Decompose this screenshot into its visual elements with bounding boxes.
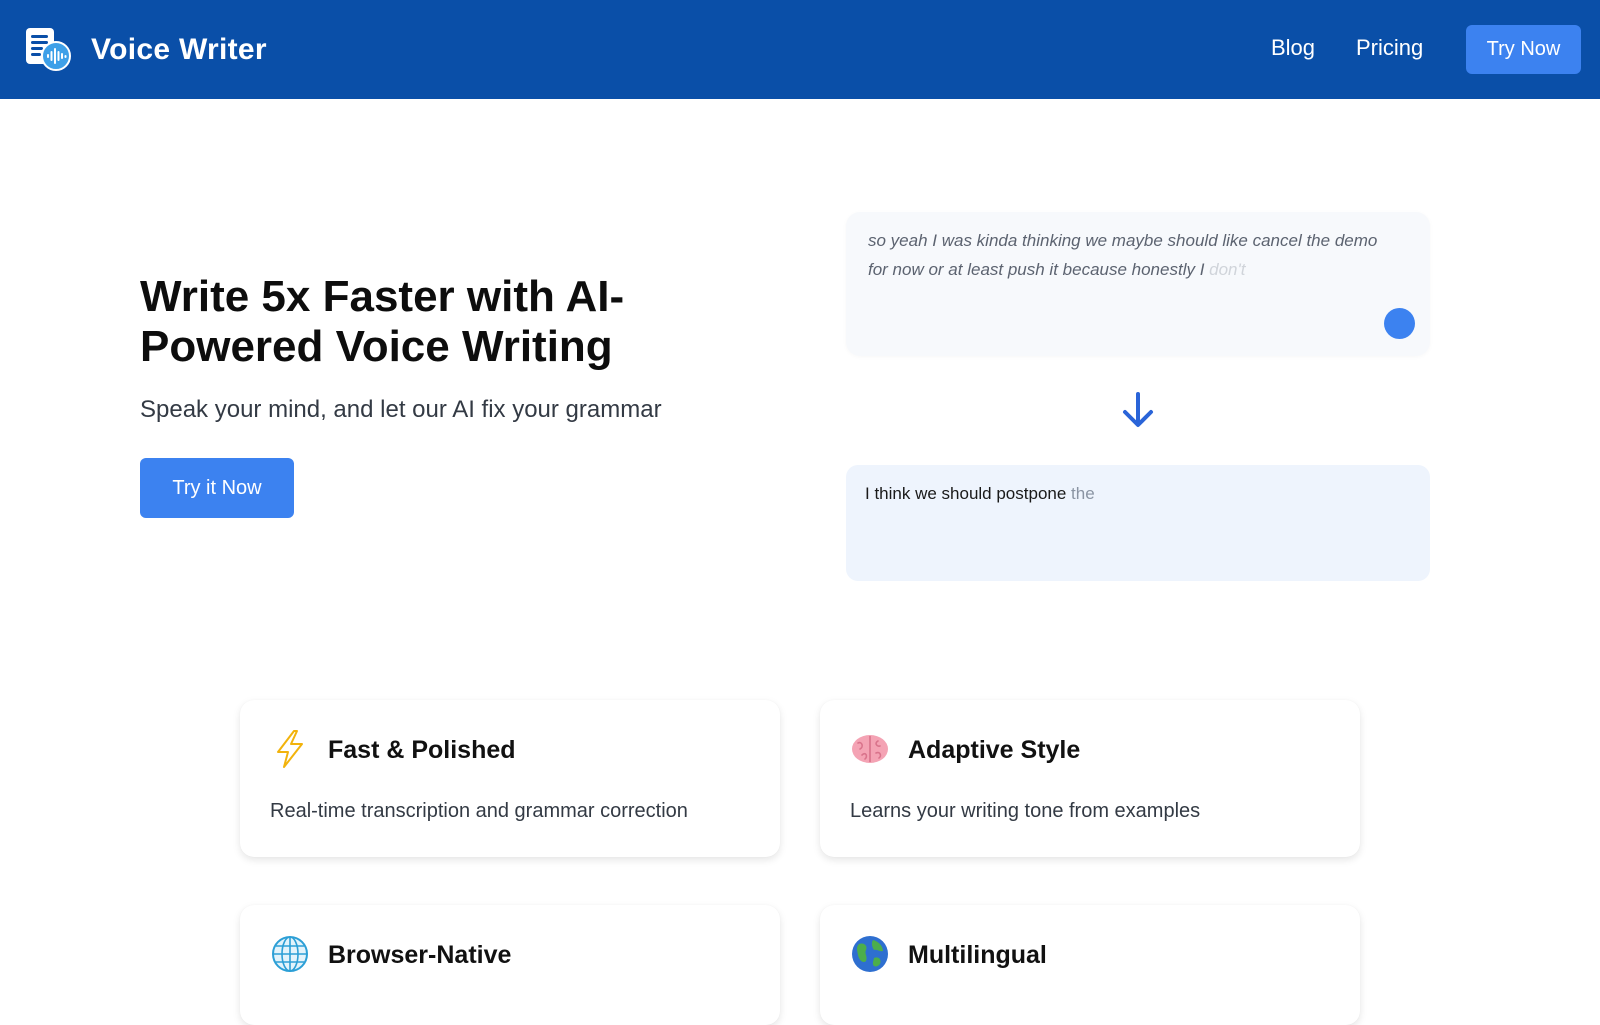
earth-globe-icon [850,934,890,974]
voice-writer-logo-icon [23,25,73,75]
demo-raw-transcript-box: so yeah I was kinda thinking we maybe sh… [846,212,1430,356]
hero-subtitle: Speak your mind, and let our AI fix your… [140,396,662,423]
top-navbar: Voice Writer Blog Pricing Try Now [0,0,1600,99]
try-it-now-button[interactable]: Try it Now [140,458,294,518]
demo-polished-output-fading-word: the [1071,484,1095,503]
demo-polished-output: I think we should postpone the [865,481,1411,507]
feature-card-multilingual: Multilingual [820,905,1360,1025]
feature-title: Browser-Native [328,941,512,969]
demo-polished-output-text: I think we should postpone [865,484,1072,503]
demo-raw-transcript-text: so yeah I was kinda thinking we maybe sh… [868,231,1378,279]
demo-polished-output-box: I think we should postpone the [846,465,1430,581]
feature-title: Fast & Polished [328,736,516,764]
feature-card-adaptive-style: Adaptive Style Learns your writing tone … [820,700,1360,857]
hero-title: Write 5x Faster with AI-Powered Voice Wr… [140,272,625,371]
nav-link-pricing[interactable]: Pricing [1356,35,1423,61]
arrow-down-icon [1121,392,1155,428]
brain-icon [850,729,890,769]
demo-raw-transcript: so yeah I was kinda thinking we maybe sh… [868,226,1388,284]
recording-indicator-icon [1384,308,1415,339]
brand[interactable]: Voice Writer [23,25,267,75]
feature-title: Multilingual [908,941,1047,969]
feature-title: Adaptive Style [908,736,1081,764]
nav-try-now-button[interactable]: Try Now [1466,25,1581,74]
brand-name: Voice Writer [91,33,267,66]
nav-link-blog[interactable]: Blog [1271,35,1315,61]
lightning-icon [270,729,310,769]
feature-card-browser-native: Browser-Native [240,905,780,1025]
feature-description: Learns your writing tone from examples [850,800,1201,822]
demo-raw-transcript-fading-word: don't [1209,260,1246,279]
feature-card-fast-polished: Fast & Polished Real-time transcription … [240,700,780,857]
feature-description: Real-time transcription and grammar corr… [270,800,688,822]
globe-meridians-icon [270,934,310,974]
